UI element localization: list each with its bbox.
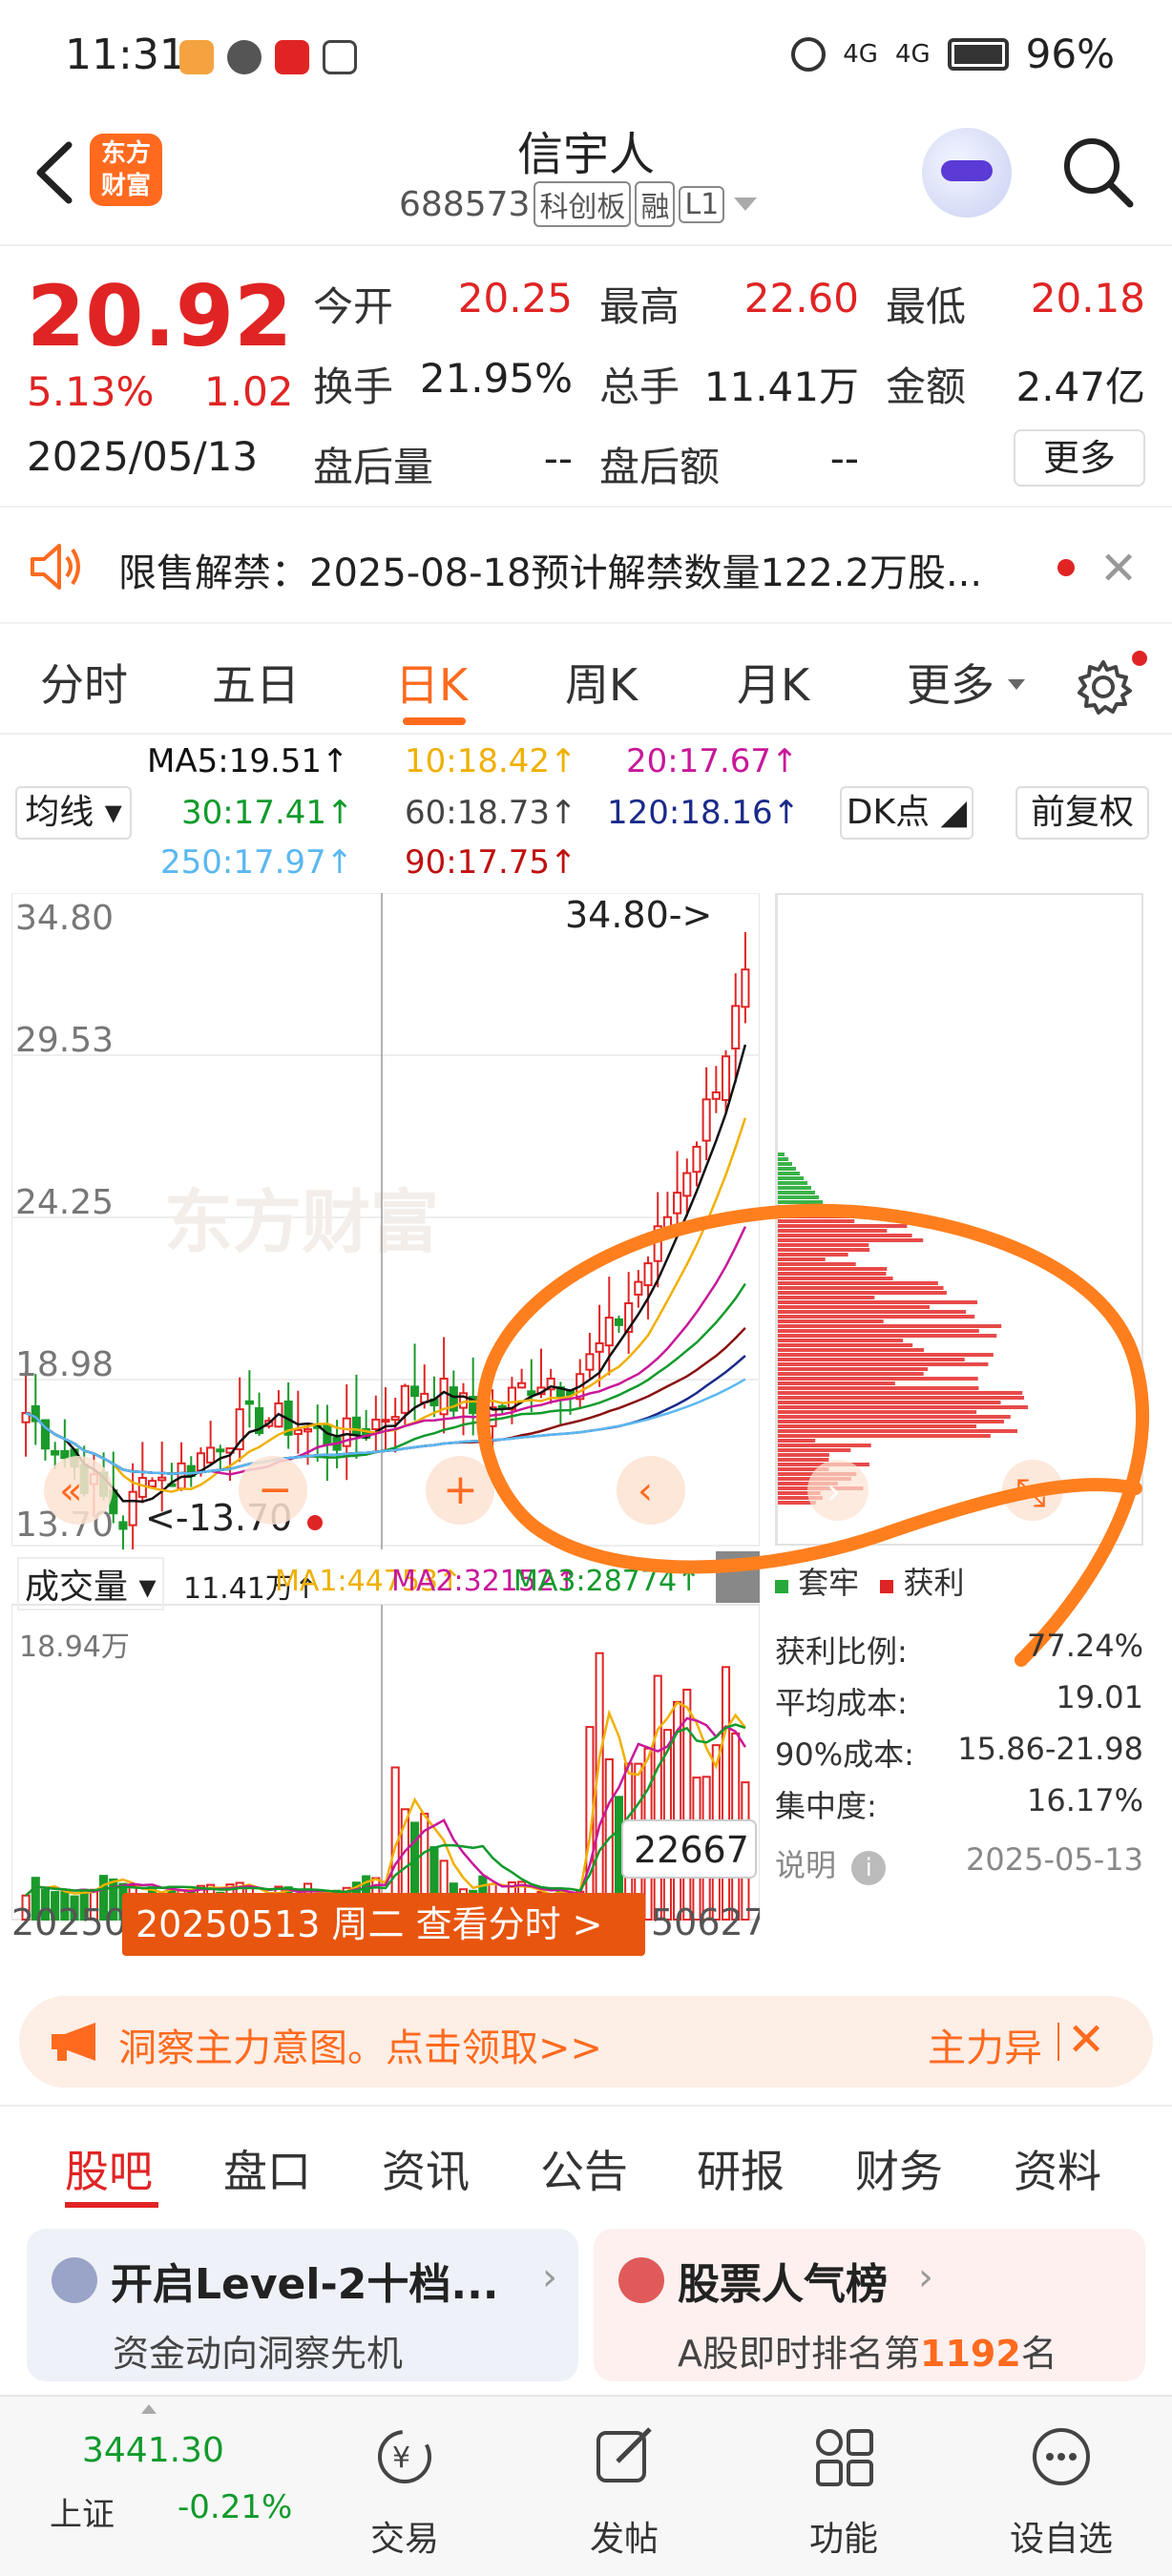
tab-financials[interactable]: 财务 bbox=[855, 2137, 943, 2200]
level2-icon bbox=[52, 2257, 97, 2303]
chevron-right-icon: › bbox=[542, 2255, 557, 2299]
popularity-card[interactable]: 股票人气榜 › A股即时排名第1192名 bbox=[594, 2229, 1145, 2381]
bottom-nav: 3441.30 上证 -0.21% ¥ 交易 发帖 功能 设自选 bbox=[0, 2395, 1172, 2576]
promo-banner[interactable]: 洞察主力意图。点击领取>> 主力异 ✕ bbox=[19, 1996, 1153, 2088]
popularity-subtitle: A股即时排名第1192名 bbox=[678, 2333, 1057, 2375]
avg-cost-value: 19.01 bbox=[1056, 1679, 1143, 1715]
level2-title: 开启Level-2十档... bbox=[111, 2260, 499, 2309]
tab-announcements[interactable]: 公告 bbox=[540, 2137, 628, 2200]
level2-card[interactable]: 开启Level-2十档... 资金动向洞察先机 › bbox=[27, 2229, 578, 2381]
promo-right-text: 主力异 bbox=[928, 2026, 1042, 2070]
nav-post[interactable]: 发帖 bbox=[529, 2397, 720, 2576]
legend-profit-label: 获利 bbox=[903, 1565, 965, 1601]
concentration-row: 集中度: 16.17% bbox=[775, 1782, 1143, 1824]
edit-icon bbox=[596, 2427, 652, 2483]
chip-date: 2025-05-13 bbox=[966, 1841, 1143, 1878]
svg-text:¥: ¥ bbox=[392, 2441, 410, 2475]
chevron-right-icon-2: › bbox=[918, 2255, 933, 2299]
chip-note-row[interactable]: 说明 i 2025-05-13 bbox=[775, 1841, 1143, 1885]
cost90-row: 90%成本: 15.86-21.98 bbox=[775, 1731, 1143, 1773]
grid-icon bbox=[816, 2429, 873, 2486]
up-caret-icon bbox=[141, 2404, 157, 2414]
profit-ratio-value: 77.24% bbox=[1026, 1628, 1143, 1664]
promo-close-icon[interactable]: ✕ bbox=[1067, 2013, 1105, 2067]
tab-orderbook[interactable]: 盘口 bbox=[223, 2137, 311, 2200]
index-value: 3441.30 bbox=[82, 2431, 224, 2470]
rank-chart-icon bbox=[618, 2257, 664, 2303]
promo-text: 洞察主力意图。点击领取>> bbox=[118, 2026, 603, 2070]
cost90-value: 15.86-21.98 bbox=[957, 1731, 1143, 1767]
index-change: -0.21% bbox=[178, 2488, 293, 2526]
tab-news[interactable]: 资讯 bbox=[382, 2137, 470, 2200]
nav-watchlist[interactable]: 设自选 bbox=[966, 2397, 1157, 2576]
trade-icon: ¥ bbox=[378, 2430, 431, 2483]
chip-legend: 套牢 获利 bbox=[775, 1559, 965, 1603]
tab-profile[interactable]: 资料 bbox=[1014, 2137, 1101, 2200]
megaphone-icon bbox=[52, 2023, 95, 2061]
legend-trap-label: 套牢 bbox=[798, 1565, 860, 1601]
more-dots-icon bbox=[1033, 2428, 1090, 2485]
nav-trade[interactable]: ¥ 交易 bbox=[309, 2397, 500, 2576]
tab-forum[interactable]: 股吧 bbox=[65, 2137, 153, 2200]
index-ticker[interactable]: 3441.30 上证 -0.21% bbox=[29, 2397, 305, 2576]
nav-functions[interactable]: 功能 bbox=[748, 2397, 939, 2576]
tab-research[interactable]: 研报 bbox=[697, 2137, 785, 2200]
info-tabs: 股吧 盘口 资讯 公告 研报 财务 资料 bbox=[0, 2105, 1172, 2210]
popularity-title: 股票人气榜 bbox=[678, 2260, 888, 2309]
info-icon[interactable]: i bbox=[851, 1851, 887, 1885]
promo-divider bbox=[1057, 2023, 1059, 2061]
chip-stats: 套牢 获利 获利比例: 77.24% 平均成本: 19.01 90%成本: 15.86… bbox=[775, 1546, 1157, 1889]
rank-number: 1192 bbox=[920, 2333, 1021, 2375]
level2-subtitle: 资金动向洞察先机 bbox=[113, 2333, 404, 2375]
concentration-value: 16.17% bbox=[1026, 1782, 1143, 1818]
profit-ratio-row: 获利比例: 77.24% bbox=[775, 1628, 1143, 1670]
index-name: 上证 bbox=[50, 2496, 115, 2534]
info-tab-indicator bbox=[65, 2202, 158, 2208]
avg-cost-row: 平均成本: 19.01 bbox=[775, 1679, 1143, 1721]
